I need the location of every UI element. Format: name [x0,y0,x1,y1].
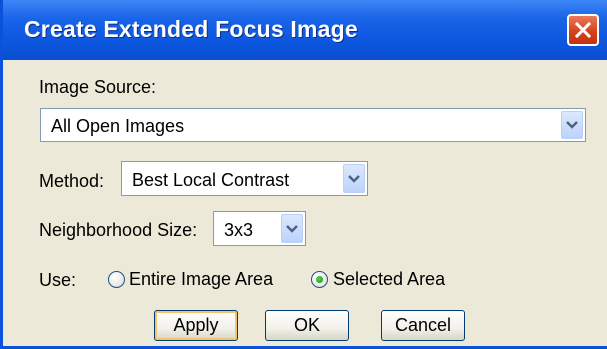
close-icon [574,21,592,39]
method-value: Best Local Contrast [132,170,290,190]
image-source-value: All Open Images [51,116,185,136]
close-button[interactable] [567,14,599,46]
chevron-down-icon [348,174,360,183]
radio-checked-dot [316,276,323,283]
neighborhood-size-label: Neighborhood Size: [39,220,198,240]
dropdown-arrow-button[interactable] [343,164,365,193]
dropdown-arrow-button[interactable] [561,111,583,139]
use-label: Use: [39,270,77,290]
selected-area-label[interactable]: Selected Area [333,269,445,290]
method-label: Method: [39,171,105,191]
image-source-dropdown[interactable]: All Open Images [40,108,586,142]
title-bar[interactable]: Create Extended Focus Image [3,0,607,60]
radio-selected-area[interactable] [311,271,328,288]
radio-entire-image-area[interactable] [108,271,125,288]
dialog-body: Image Source: All Open Images Method: Be… [6,60,607,346]
ok-button[interactable]: OK [265,310,349,341]
neighborhood-size-dropdown[interactable]: 3x3 [213,211,306,246]
chevron-down-icon [566,121,578,129]
dropdown-arrow-button[interactable] [281,214,303,243]
dialog-window: Create Extended Focus Image Image Source… [0,0,607,349]
dialog-title: Create Extended Focus Image [24,16,358,42]
neighborhood-size-value: 3x3 [224,220,254,240]
chevron-down-icon [286,224,298,233]
image-source-label: Image Source: [39,77,157,97]
entire-image-area-label[interactable]: Entire Image Area [129,269,273,290]
method-dropdown[interactable]: Best Local Contrast [121,161,368,196]
apply-button[interactable]: Apply [154,310,238,341]
cancel-button[interactable]: Cancel [381,310,465,341]
